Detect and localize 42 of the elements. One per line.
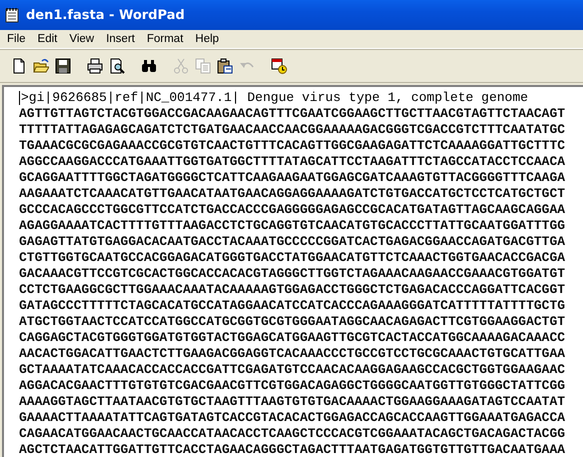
notepad-icon xyxy=(4,7,20,23)
two-pages-icon xyxy=(195,58,211,74)
sequence-line: TTTTTATTAGAGAGCAGATCTCTGATGAACAACCAACGGAAAAAGACGGGTCGACCGTCTTTCAATATGC xyxy=(19,122,566,138)
sequence-line: ATGCTGGTAACTCCATCCATGGCCATGCGGTGCGTGGGAATAGGCAACAGAGACTTCGTGGAAGGACTGT xyxy=(19,314,566,330)
printer-icon xyxy=(87,58,103,74)
sequence-line: CCTCTGAAGGCGCTTGGAAACAAATACAAAAAGTGGAGACCTGGGCTCTGAGACACCCAGGATTCACGGT xyxy=(19,282,566,298)
document-icon xyxy=(11,58,27,74)
folder-icon xyxy=(33,58,49,74)
binoculars-icon xyxy=(141,58,157,74)
sequence-line: GACAAACGTTCCGTCGCACTGGCACCACACGTAGGGCTTGGTCTAGAAACAAGAACCGAAACGTGGATGT xyxy=(19,266,566,282)
sequence-line: TGAAACGCGCGAGAAACCGCGTGTCAACTGTTTCACAGTTGGCGAAGAGATTCTCAAAAGGATTGCTTTC xyxy=(19,138,566,154)
sequence-line: CAGGAGCTACGTGGGTGGATGTGGTACTGGAGCATGGAAGTTGCGTCACTACCATGGCAAAAGACAAACC xyxy=(19,330,566,346)
menu-item[interactable]: Insert xyxy=(100,33,141,45)
calendar-clock-icon xyxy=(271,58,287,74)
sequence-line: AGGACACGAACTTTGTGTGTCGACGAACGTTCGTGGACAGAGGCTGGGGCAATGGTTGTGGGCTATTCGG xyxy=(19,378,566,394)
sequence-line: AGCTCTAACATTGGATTGTTCACCTAGAACAGGGCTAGACTTTAATGAGATGGTGTTGTTGACAATGAAA xyxy=(19,442,566,457)
menu-item[interactable]: Format xyxy=(140,33,190,45)
sequence-line: AACACTGGACATTGAACTCTTGAAGACGGAGGTCACAAACCCTGCCGTCCTGCGCAAACTGTGCATTGAA xyxy=(19,346,566,362)
sequence-line: GAAAACTTAAAATATTCAGTGATAGTCACCGTACACACTGGAGACCAGCACCAAGTTGGAAATGAGACCA xyxy=(19,410,566,426)
window-title: den1.fasta - WordPad xyxy=(26,8,185,22)
sequence-line: GCTAAAATATCAAACACCACCACCGATTCGAGATGTCCAACACAAGGAGAAGCCACGCTGGTGGAAGAAC xyxy=(19,362,566,378)
clipboard-icon xyxy=(217,58,233,74)
sequence-line: AGGCCAAGGACCCATGAAATTGGTGATGGCTTTTATAGCATTCCTAAGATTTCTAGCCATACCTCCAACA xyxy=(19,154,566,170)
sequence-line: AGTTGTTAGTCTACGTGGACCGACAAGAACAGTTTCGAATCGGAAGCTTGCTTAACGTAGTTCTAACAGT xyxy=(19,106,566,122)
menu-item[interactable]: Edit xyxy=(32,33,64,45)
fasta-header: >gi|9626685|ref|NC_001477.1| Dengue virus type 1, complete genome xyxy=(21,90,528,106)
scissors-icon xyxy=(173,58,189,74)
magnifier-page-icon xyxy=(109,58,125,74)
sequence-line: GAGAGTTATGTGAGGACACAATGACCTACAAATGCCCCCGGATCACTGAGACGGAACCAGATGACGTTGA xyxy=(19,234,566,250)
sequence-line: GCAGGAATTTTGGCTAGATGGGGCTCATTCAAGAAGAATGGAGCGATCAAAGTGTTACGGGGTTTCAAGA xyxy=(19,170,566,186)
document-area[interactable] xyxy=(2,85,583,457)
menu-item[interactable]: Help xyxy=(189,33,225,45)
menu-item[interactable]: File xyxy=(1,33,32,45)
text-cursor xyxy=(19,91,20,105)
sequence-line: GCCCACAGCCCTGGCGTTCCATCTGACCACCCGAGGGGGAGAGCCGCACATGATAGTTAGCAAGCAGGAA xyxy=(19,202,566,218)
sequence-line: AAAAGGTAGCTTAATAACGTGTGCTAAGTTTAAGTGTGTGACAAAACTGGAAGGAAAGATAGTCCAATAT xyxy=(19,394,566,410)
sequence-line: GATAGCCCTTTTTCTAGCACATGCCATAGGAACATCCATCACCCAGAAAGGGATCATTTTTATTTTGCTG xyxy=(19,298,566,314)
sequence-line: CTGTTGGTGCAATGCCACGGAGACATGGGTGACCTATGGAACATGTTCTCAAACTGGTGAACACCGACGA xyxy=(19,250,566,266)
sequence-line: AAGAAATCTCAAACATGTTGAACATAATGAACAGGAGGAAAAGATCTGTGACCATGCTCCTCATGCTGCT xyxy=(19,186,566,202)
menu-item[interactable]: View xyxy=(63,33,100,45)
sequence-line: CAGAACATGGAACAACTGCAACCATAACACCTCAAGCTCCCACGTCGGAAATACAGCTGACAGACTACGG xyxy=(19,426,566,442)
sequence-line: AGAGGAAAATCACTTTTGTTTAAGACCTCTGCAGGTGTCAACATGTGCACCCTTATTGCAATGGATTTGG xyxy=(19,218,566,234)
